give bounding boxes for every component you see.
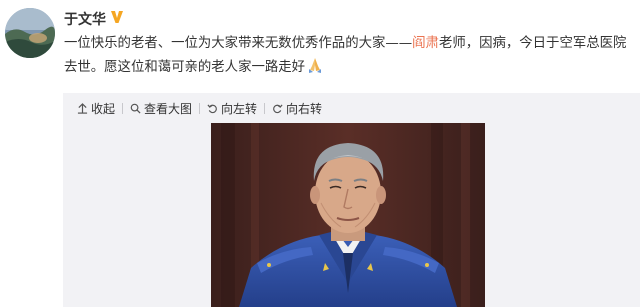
username[interactable]: 于文华 <box>64 9 106 29</box>
praying-hands-emoji <box>306 56 324 74</box>
view-large-label: 查看大图 <box>144 102 193 116</box>
toolbar-divider <box>122 103 124 114</box>
collapse-arrow-icon <box>77 103 88 114</box>
collapse-label: 收起 <box>91 102 116 116</box>
toolbar-divider <box>199 103 201 114</box>
avatar[interactable] <box>5 8 55 58</box>
collapse-button[interactable]: 收起 <box>77 100 115 117</box>
post-text: 一位快乐的老者、一位为大家带来无数优秀作品的大家——阎肃老师，因病，今日于空军总… <box>64 32 638 80</box>
verified-v-icon <box>109 9 125 25</box>
image-toolbar: 收起 查看大图 向左转 向右转 <box>77 100 322 117</box>
search-icon <box>130 103 141 114</box>
view-large-button[interactable]: 查看大图 <box>130 100 192 117</box>
rotate-right-label: 向右转 <box>286 102 323 116</box>
rotate-right-icon <box>273 104 283 114</box>
media-panel: 收起 查看大图 向左转 向右转 <box>63 93 640 307</box>
rotate-left-icon <box>207 104 217 114</box>
toolbar-divider <box>264 103 266 114</box>
rotate-left-label: 向左转 <box>221 102 258 116</box>
post-photo[interactable] <box>211 123 485 307</box>
rotate-right-button[interactable]: 向右转 <box>272 100 322 117</box>
mention-link[interactable]: 阎肃 <box>412 36 439 51</box>
post-text-before: 一位快乐的老者、一位为大家带来无数优秀作品的大家—— <box>64 36 413 51</box>
rotate-left-button[interactable]: 向左转 <box>207 100 257 117</box>
